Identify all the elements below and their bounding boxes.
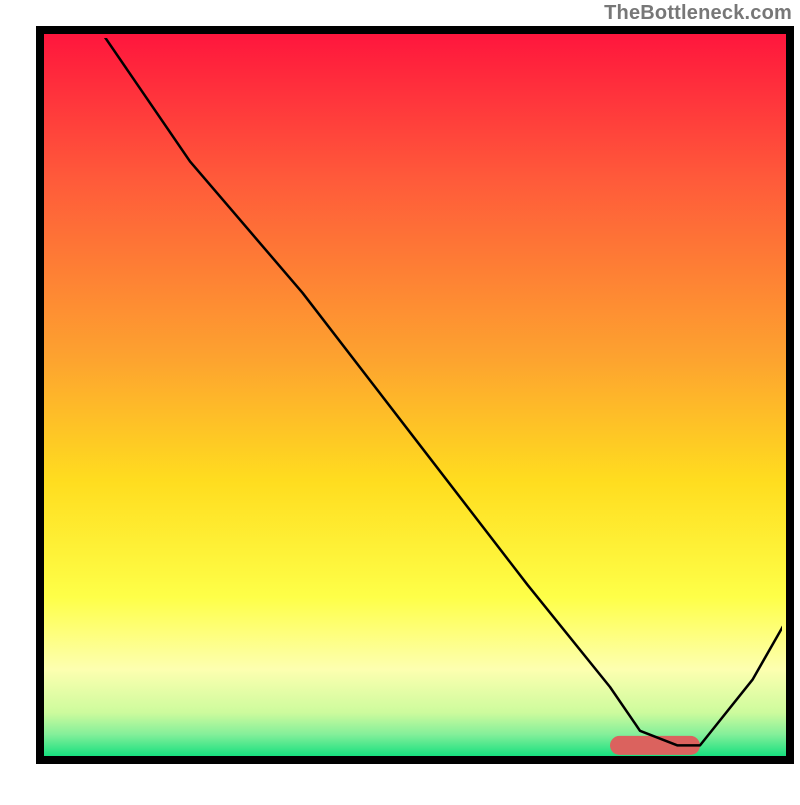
bottleneck-chart [0,0,800,800]
attribution-label: TheBottleneck.com [604,2,792,25]
plot-background [44,34,786,756]
chart-frame: TheBottleneck.com [0,0,800,800]
